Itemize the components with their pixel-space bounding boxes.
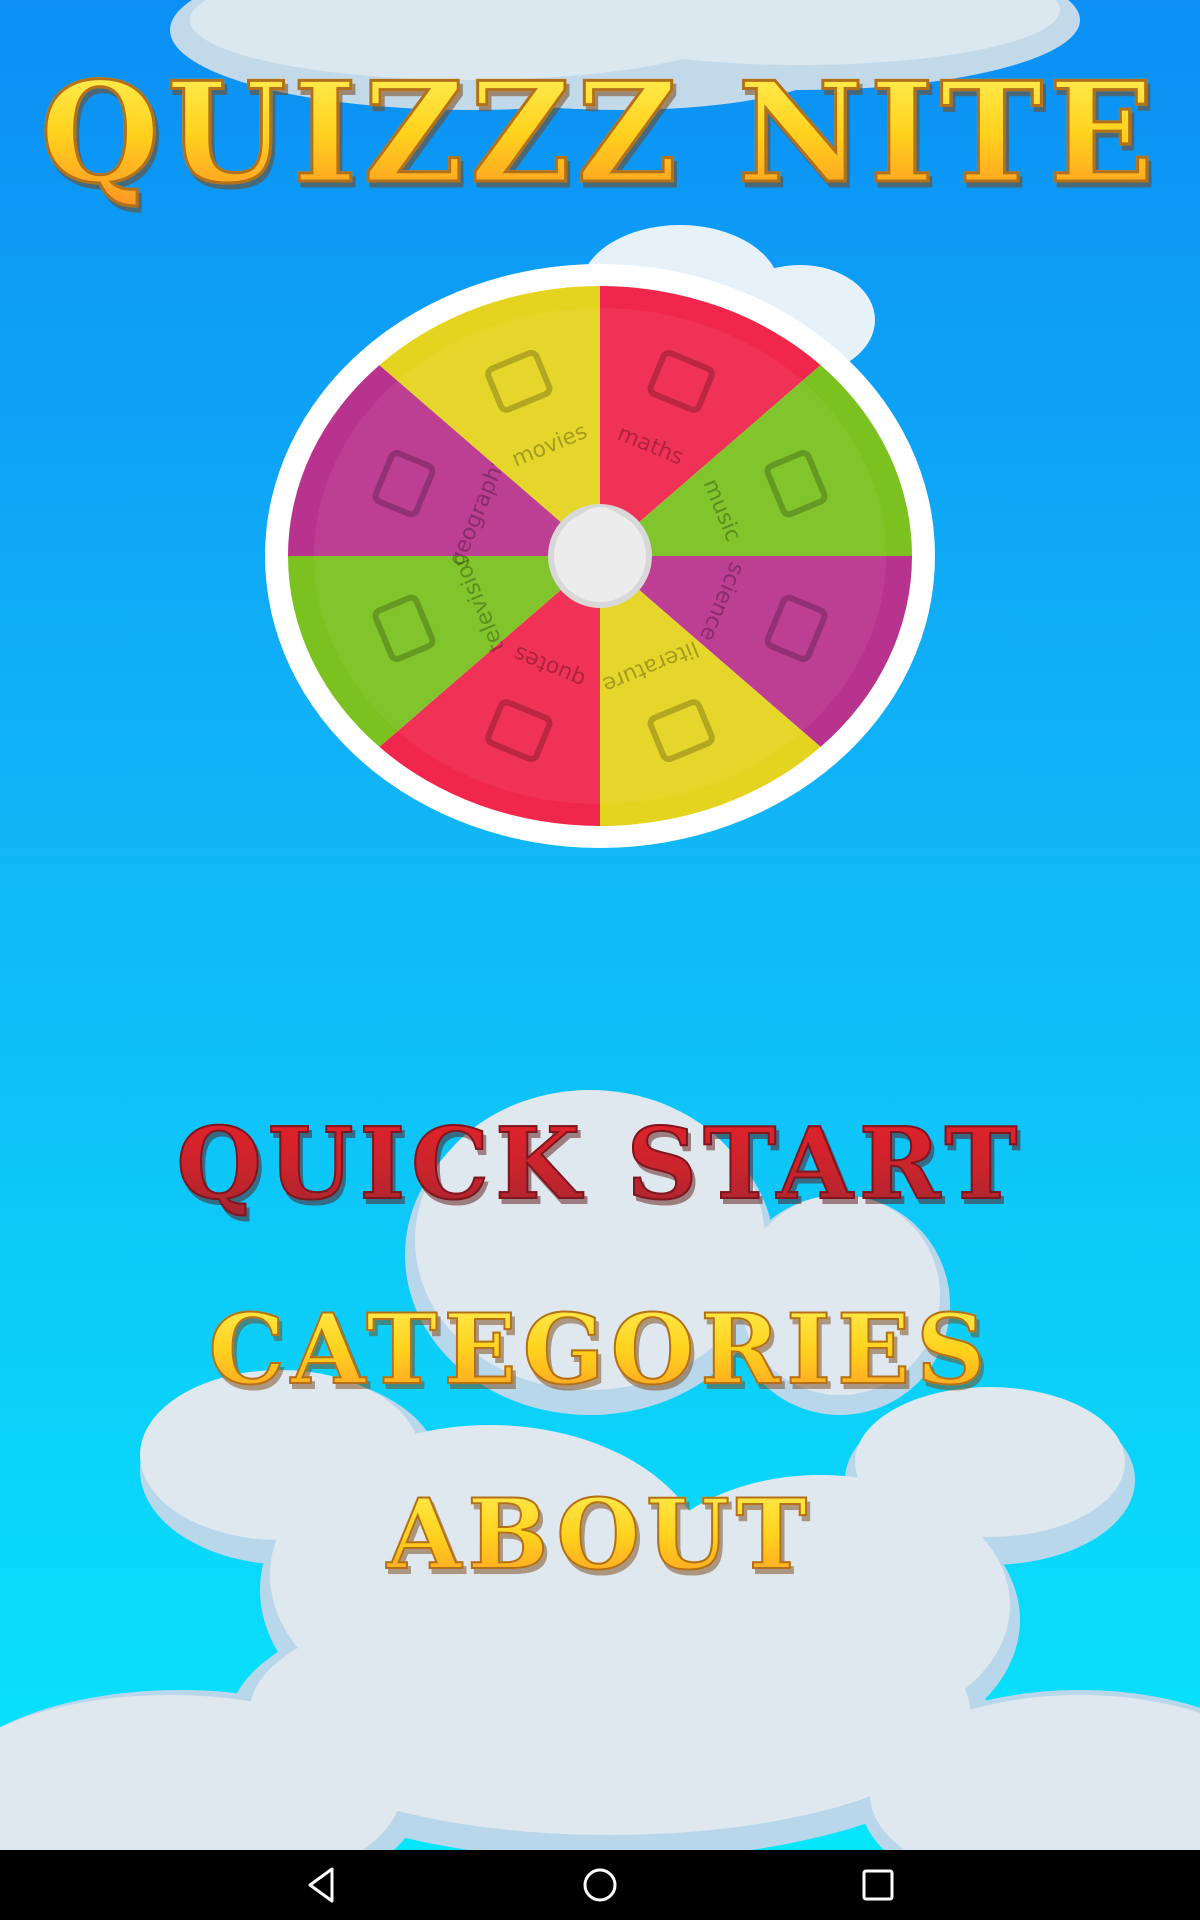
about-button[interactable]: ABOUT [0, 1475, 1200, 1595]
wheel-hub [548, 504, 652, 608]
recent-square-icon[interactable] [856, 1863, 900, 1907]
system-nav-bar [0, 1850, 1200, 1920]
wheel-svg: mathsmusicscienceliteraturequotestelevis… [265, 264, 935, 848]
game-screen: QUIZZZ NITE maths music science literature q… [0, 0, 1200, 1850]
quick-start-button[interactable]: QUICK START [0, 1105, 1200, 1225]
back-triangle-icon[interactable] [300, 1863, 344, 1907]
category-wheel[interactable]: maths music science literature quotes televis… [200, 210, 1000, 870]
home-circle-icon[interactable] [578, 1863, 622, 1907]
app-title: QUIZZZ NITE [0, 56, 1200, 209]
categories-button[interactable]: CATEGORIES [0, 1290, 1200, 1410]
